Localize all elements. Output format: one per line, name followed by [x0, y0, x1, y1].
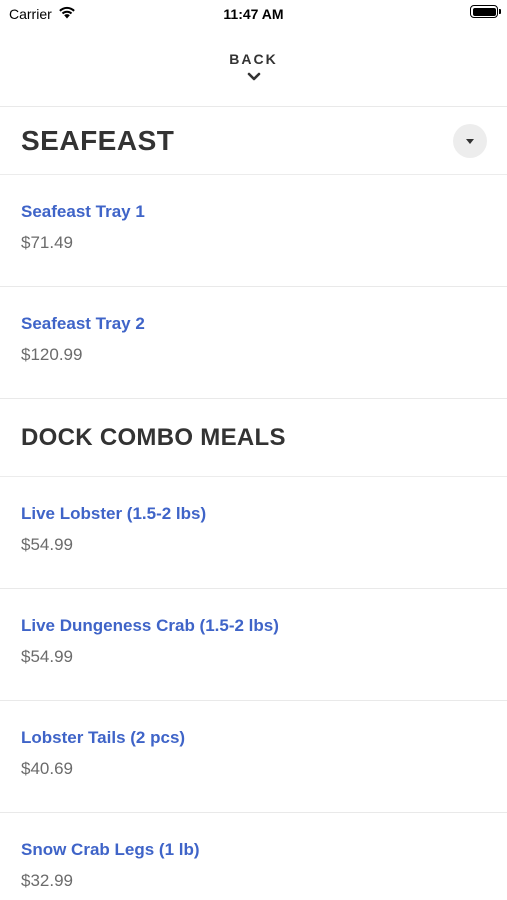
section-header-dock-combo-meals: DOCK COMBO MEALS [0, 399, 507, 477]
section-title: DOCK COMBO MEALS [21, 423, 286, 451]
section-header-seafeast: SEAFEAST [0, 107, 507, 175]
menu-item-price: $120.99 [21, 345, 83, 364]
menu-item[interactable]: Seafeast Tray 1 $71.49 [0, 175, 507, 287]
menu-item-name[interactable]: Snow Crab Legs (1 lb) [21, 840, 486, 860]
status-right [470, 5, 501, 18]
back-label: BACK [229, 51, 278, 67]
menu-item-price: $54.99 [21, 647, 73, 666]
menu-item[interactable]: Lobster Tails (2 pcs) $40.69 [0, 701, 507, 813]
menu-item-name[interactable]: Seafeast Tray 1 [21, 202, 486, 222]
menu-item[interactable]: Live Dungeness Crab (1.5-2 lbs) $54.99 [0, 589, 507, 701]
menu-item-price: $32.99 [21, 871, 73, 890]
back-button[interactable]: BACK [0, 30, 507, 107]
menu-item-name[interactable]: Lobster Tails (2 pcs) [21, 728, 486, 748]
menu-item[interactable]: Live Lobster (1.5-2 lbs) $54.99 [0, 477, 507, 589]
menu-item-name[interactable]: Live Dungeness Crab (1.5-2 lbs) [21, 616, 486, 636]
menu-item-name[interactable]: Live Lobster (1.5-2 lbs) [21, 504, 486, 524]
status-time: 11:47 AM [223, 6, 284, 22]
menu-item[interactable]: Seafeast Tray 2 $120.99 [0, 287, 507, 399]
chevron-down-icon [247, 69, 261, 87]
status-bar: Carrier 11:47 AM [0, 0, 507, 30]
menu-item-price: $71.49 [21, 233, 73, 252]
battery-icon [470, 5, 501, 18]
section-dropdown-button[interactable] [453, 123, 487, 158]
menu-item-name[interactable]: Seafeast Tray 2 [21, 314, 486, 334]
menu-item[interactable]: Snow Crab Legs (1 lb) $32.99 [0, 813, 507, 900]
section-title: SEAFEAST [21, 124, 175, 156]
caret-down-icon [466, 132, 474, 150]
menu-item-price: $54.99 [21, 535, 73, 554]
menu-item-price: $40.69 [21, 759, 73, 778]
